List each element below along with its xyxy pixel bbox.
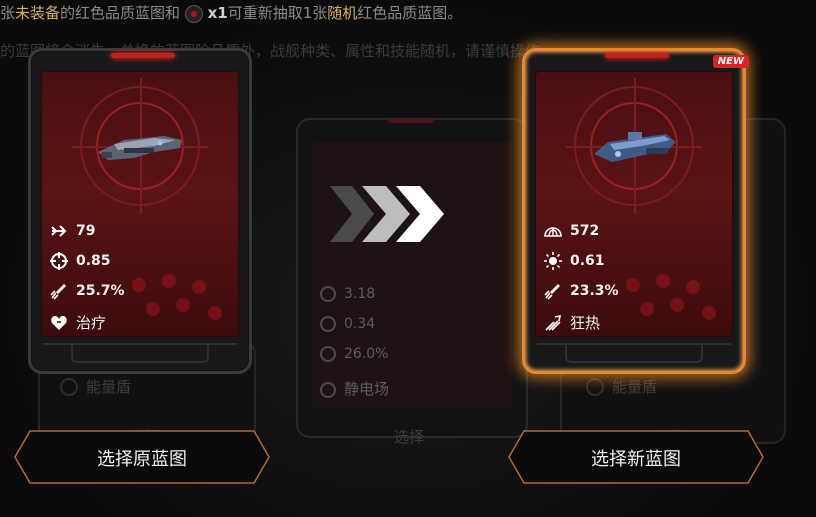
- crosshair-icon: [320, 316, 336, 332]
- ghost-trait-left: 能量盾: [86, 378, 132, 396]
- instruction-line-1: 张未装备的红色品质蓝图和 x1可重新抽取1张随机红色品质蓝图。: [0, 4, 463, 23]
- chevron-right-arrows-icon: [330, 186, 444, 242]
- card-footer: [43, 343, 237, 363]
- shield-icon: [60, 378, 78, 396]
- card-top-bar: [388, 119, 434, 123]
- dome-icon: [544, 222, 562, 240]
- rocket-icon: [544, 282, 562, 300]
- trait-row: 静电场: [320, 378, 389, 399]
- shield-icon: [586, 378, 604, 396]
- ghost-button-middle: 选择: [394, 428, 425, 446]
- rocket-icon: [50, 282, 68, 300]
- card-top-bar: [111, 53, 175, 58]
- choose-original-button[interactable]: 选择原蓝图: [14, 430, 270, 484]
- new-badge: NEW: [712, 55, 749, 68]
- frenzy-icon: [544, 314, 562, 332]
- card-panel: 79 0.85 25.7% 治疗: [41, 71, 239, 337]
- arrow-icon: [50, 222, 68, 240]
- heal-heart-icon: [50, 314, 68, 332]
- stat-row: 23.3%: [544, 282, 619, 300]
- sunburst-icon: [544, 252, 562, 270]
- original-blueprint-card[interactable]: 79 0.85 25.7% 治疗: [28, 48, 252, 374]
- card-footer: [537, 343, 731, 363]
- new-blueprint-card[interactable]: NEW 572 0.61 23.3% 狂热: [522, 48, 749, 374]
- rocket-icon: [320, 346, 336, 362]
- stat-row: 0.85: [50, 252, 111, 270]
- stat-row: 25.7%: [50, 282, 125, 300]
- card-panel: [312, 142, 512, 408]
- stat-row: 3.18: [320, 286, 375, 302]
- stat-row: 79: [50, 222, 95, 240]
- choose-new-button[interactable]: 选择新蓝图: [508, 430, 764, 484]
- stat-row: 26.0%: [320, 346, 388, 362]
- static-icon: [320, 381, 336, 398]
- trait-row: 狂热: [544, 312, 600, 333]
- radar-icon: [320, 286, 336, 302]
- decorative-dots: [616, 272, 726, 332]
- stat-row: 0.61: [544, 252, 605, 270]
- ship-image: [594, 132, 676, 162]
- ship-image: [98, 136, 182, 160]
- crosshair-icon: [50, 252, 68, 270]
- trait-row: 治疗: [50, 312, 106, 333]
- card-panel: 572 0.61 23.3% 狂热: [535, 71, 733, 337]
- choose-original-label: 选择原蓝图: [97, 449, 187, 470]
- card-top-bar: [605, 53, 669, 58]
- blueprint-chip-icon: [184, 4, 203, 23]
- stat-row: 0.34: [320, 316, 375, 332]
- stat-row: 572: [544, 222, 599, 240]
- ghost-trait-right: 能量盾: [612, 378, 658, 396]
- decorative-dots: [122, 272, 232, 332]
- choose-new-label: 选择新蓝图: [591, 449, 681, 470]
- middle-blueprint-card: 3.18 0.34 26.0% 静电场 选择: [296, 118, 528, 446]
